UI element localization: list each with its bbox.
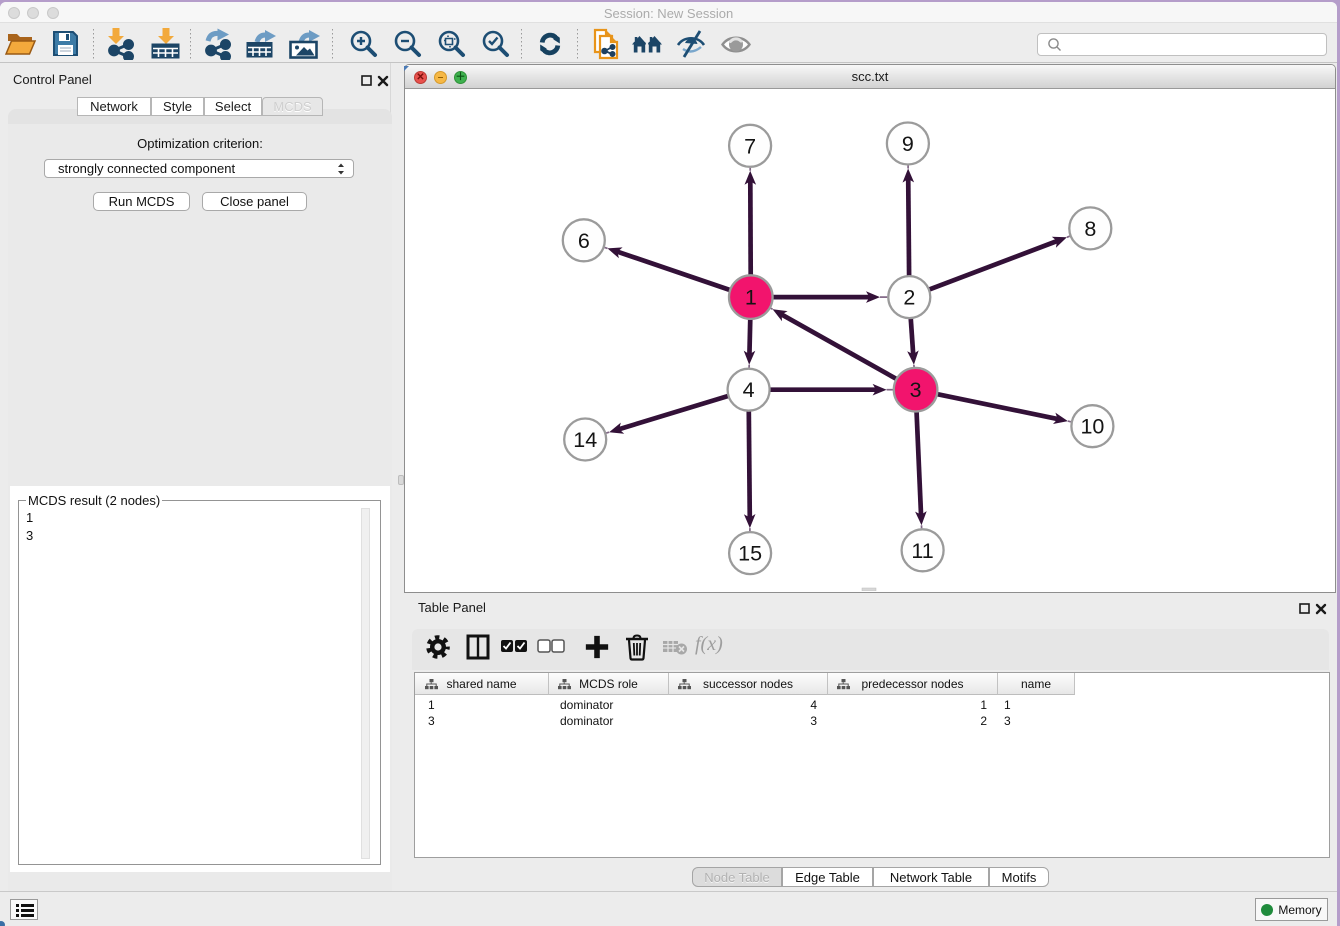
svg-text:1: 1 [745, 286, 757, 310]
svg-text:9: 9 [902, 132, 914, 156]
svg-text:10: 10 [1080, 415, 1104, 439]
svg-text:8: 8 [1084, 217, 1096, 241]
svg-text:14: 14 [573, 428, 597, 452]
svg-text:6: 6 [578, 229, 590, 253]
svg-text:2: 2 [903, 286, 915, 310]
svg-text:15: 15 [738, 542, 762, 566]
svg-text:4: 4 [743, 378, 755, 402]
svg-text:11: 11 [911, 539, 933, 563]
svg-text:3: 3 [910, 378, 922, 402]
svg-text:7: 7 [744, 134, 756, 158]
